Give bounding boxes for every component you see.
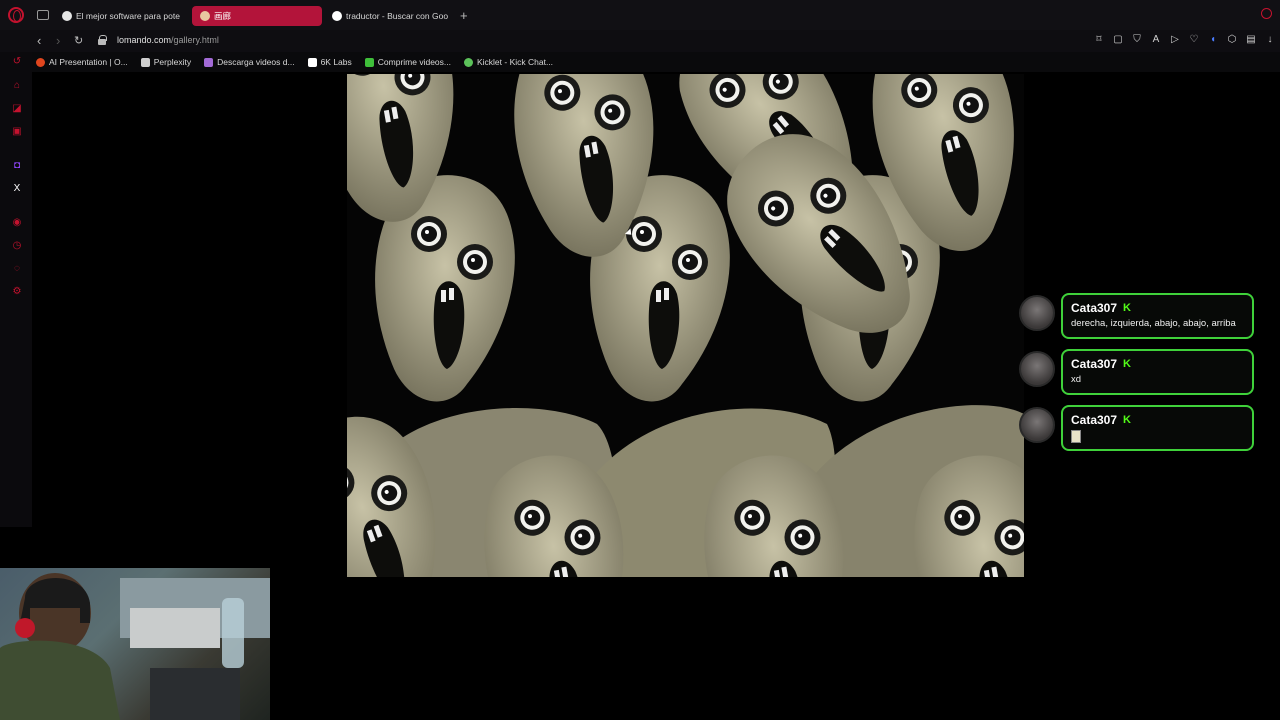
bookmark-label: AI Presentation | O... [49, 57, 128, 67]
download-icon[interactable]: ↓ [1264, 34, 1276, 46]
chat-text: xd [1071, 374, 1082, 385]
avatar [1019, 295, 1055, 331]
bookmark-favicon-icon [36, 57, 45, 67]
chat-username: Cata307 [1071, 357, 1118, 371]
bookmark-comprime[interactable]: Comprime videos... [364, 57, 451, 67]
url-path: /gallery.html [171, 35, 219, 45]
kick-badge-icon: K [1123, 358, 1131, 370]
url-field[interactable]: lomando.com/gallery.html [117, 35, 219, 45]
bookmark-kicklet[interactable]: Kicklet - Kick Chat... [463, 57, 554, 67]
audio-icon[interactable]: ◖ [1207, 34, 1219, 46]
twitch-icon[interactable]: ◘ [11, 160, 23, 172]
chat-username-row: Cata307 K [1071, 301, 1244, 315]
bookmark-label: 6K Labs [320, 57, 352, 67]
translate-icon[interactable]: A [1150, 34, 1162, 46]
chat-text: derecha, izquierda, abajo, abajo, arriba [1071, 318, 1236, 329]
reload-icon[interactable]: ↻ [74, 33, 83, 49]
pin-icon[interactable]: ⌑ [1093, 34, 1105, 46]
chat-message: Cata307 K [1019, 405, 1259, 451]
bookmark-6k-labs[interactable]: 6K Labs [307, 57, 352, 67]
tab-gallery-active[interactable]: 画廊 [192, 6, 322, 26]
sidebar: ↺ ⌂ ◪ ▣ ◘ X ◉ ◷ ◌ ⚙ [0, 52, 32, 527]
opera-logo-icon[interactable] [8, 7, 24, 23]
chat-username: Cata307 [1071, 301, 1118, 315]
settings-gear-icon[interactable]: ⚙ [11, 286, 23, 298]
robot-icon[interactable]: ⌂ [11, 80, 23, 92]
google-icon [332, 11, 342, 21]
chat-message: Cata307 K xd [1019, 349, 1259, 395]
tab-label: traductor - Buscar con Goo [346, 11, 449, 21]
new-tab-plus-icon[interactable]: + [460, 8, 468, 23]
forward-icon[interactable]: › [56, 33, 60, 49]
chat-username-row: Cata307 K [1071, 413, 1244, 427]
chat-bubble: Cata307 K xd [1061, 349, 1254, 395]
aria-icon[interactable]: ↺ [11, 56, 23, 68]
tag-icon[interactable]: ◪ [11, 103, 23, 115]
tab-traductor[interactable]: traductor - Buscar con Goo [324, 6, 456, 26]
messages-icon[interactable]: ◌ [11, 263, 23, 275]
tab-software[interactable]: El mejor software para pote [54, 6, 184, 26]
bookmark-favicon-icon [204, 57, 214, 67]
bookmark-descarga[interactable]: Descarga videos d... [204, 57, 295, 67]
bookmark-label: Kicklet - Kick Chat... [476, 57, 554, 67]
bookmark-label: Descarga videos d... [217, 57, 295, 67]
heart-icon[interactable]: ♡ [1188, 34, 1200, 46]
gallery-image[interactable] [347, 74, 1024, 577]
webcam-overlay [0, 568, 270, 720]
tab-label: El mejor software para pote [76, 11, 180, 21]
bookmark-favicon-icon [140, 57, 150, 67]
tab-favicon-icon [62, 11, 72, 21]
chat-username-row: Cata307 K [1071, 357, 1244, 371]
tab-favicon-icon [200, 11, 210, 21]
lock-icon[interactable] [98, 35, 107, 45]
chat-bubble: Cata307 K derecha, izquierda, abajo, abaj… [1061, 293, 1254, 339]
player-icon[interactable]: ◉ [11, 217, 23, 229]
chat-bubble: Cata307 K [1061, 405, 1254, 451]
extensions-icon[interactable]: ⬡ [1226, 34, 1238, 46]
tab-search-icon[interactable] [1261, 8, 1272, 19]
bookmark-favicon-icon [463, 57, 473, 67]
bookmark-favicon-icon [364, 57, 374, 67]
tab-strip: El mejor software para pote 画廊 traductor… [0, 0, 1280, 30]
kick-badge-icon: K [1123, 302, 1131, 314]
wallet-icon[interactable]: ▤ [1245, 34, 1257, 46]
kick-badge-icon: K [1123, 414, 1131, 426]
bookmark-ai-presentation[interactable]: AI Presentation | O... [36, 57, 128, 67]
avatar [1019, 407, 1055, 443]
workspaces-icon[interactable] [37, 10, 49, 20]
snapshot-icon[interactable]: ▢ [1112, 34, 1124, 46]
shield-icon[interactable]: ⛉ [1131, 34, 1143, 46]
bookmark-favicon-icon [307, 57, 317, 67]
history-icon[interactable]: ◷ [11, 240, 23, 252]
address-bar: ‹ › ↻ lomando.com/gallery.html ⌑ ▢ ⛉ A ▷… [0, 30, 1280, 52]
bookmark-label: Perplexity [153, 57, 192, 67]
chat-emote-icon [1071, 430, 1081, 443]
url-domain: lomando.com [117, 35, 172, 45]
x-icon[interactable]: X [11, 183, 23, 195]
tab-label: 画廊 [214, 11, 232, 21]
bookmark-label: Comprime videos... [377, 57, 451, 67]
avatar [1019, 351, 1055, 387]
chat-username: Cata307 [1071, 413, 1118, 427]
send-icon[interactable]: ▷ [1169, 34, 1181, 46]
bookmarks-bar: AI Presentation | O... Perplexity Descar… [0, 52, 1280, 72]
back-icon[interactable]: ‹ [37, 33, 41, 49]
bookmark-perplexity[interactable]: Perplexity [140, 57, 192, 67]
toolbar-icons: ⌑ ▢ ⛉ A ▷ ♡ ◖ ⬡ ▤ ↓ [1093, 34, 1276, 46]
chat-message: Cata307 K derecha, izquierda, abajo, abaj… [1019, 293, 1259, 339]
bookmark-icon[interactable]: ▣ [11, 126, 23, 138]
